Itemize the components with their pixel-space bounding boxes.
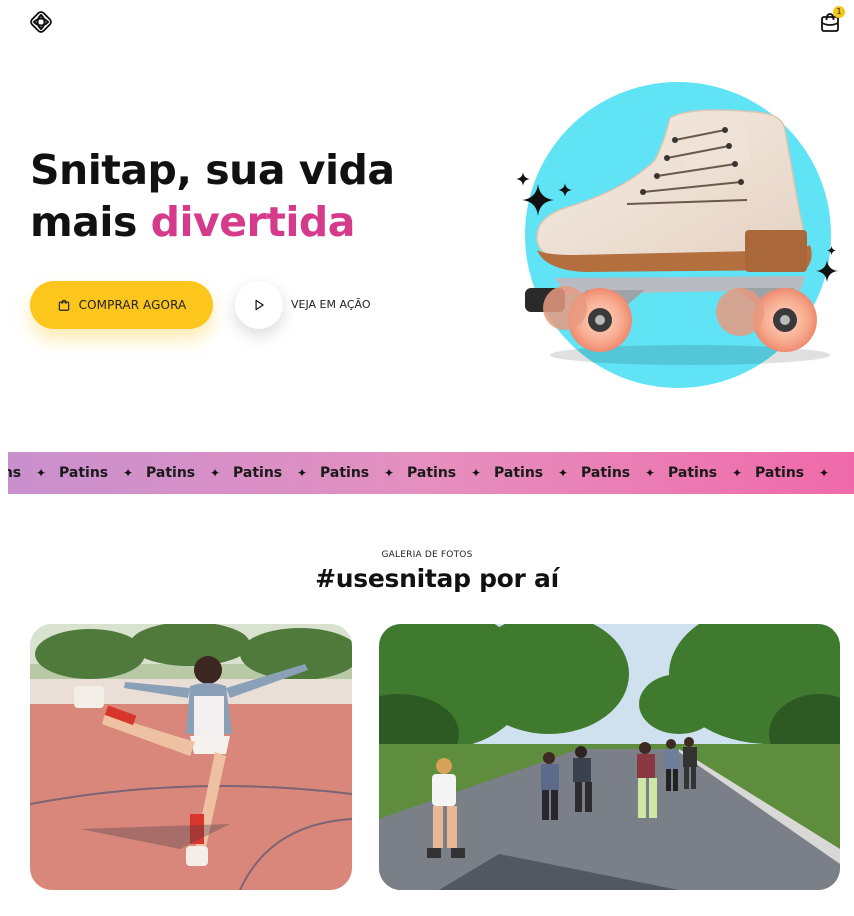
- marquee-banner: Patins ✦ Patins ✦ Patins ✦ Patins ✦ Patins ✦ Patin…: [8, 452, 854, 494]
- play-video-button[interactable]: [235, 281, 283, 329]
- sparkle-icon: [522, 184, 554, 216]
- marquee-track: Patins ✦ Patins ✦ Patins ✦ Patins ✦ Patins ✦ Patin…: [8, 452, 842, 494]
- gallery-kicker: GALERIA DE FOTOS: [381, 550, 473, 560]
- buy-now-label: COMPRAR AGORA: [78, 298, 187, 312]
- marquee-word: Patins: [581, 465, 631, 481]
- sparkle-icon: ✦: [36, 466, 47, 480]
- marquee-word: Patins: [755, 465, 805, 481]
- play-icon: [255, 299, 264, 311]
- sparkle-icon: ✦: [819, 466, 830, 480]
- sparkle-icon: ✦: [297, 466, 308, 480]
- marquee-word: Patins: [8, 465, 22, 481]
- sparkle-icon: ✦: [210, 466, 221, 480]
- hero-title-line1: Snitap, sua vida: [30, 146, 395, 194]
- sparkle-icon: ✦: [558, 466, 569, 480]
- marquee-word: Patins: [320, 465, 370, 481]
- sparkle-icon: ✦: [123, 466, 134, 480]
- play-video-label[interactable]: VEJA EM AÇÃO: [291, 298, 371, 311]
- hero-title: Snitap, sua vida mais divertida: [30, 144, 395, 248]
- marquee-word: Patins: [233, 465, 283, 481]
- gallery-photo-park[interactable]: [379, 624, 840, 890]
- sparkle-icon: [827, 246, 836, 255]
- woman-skating-on-court-photo: [30, 624, 352, 890]
- gallery-photo-court[interactable]: [30, 624, 352, 890]
- marquee-word: Patins: [494, 465, 544, 481]
- snitap-logo-icon[interactable]: [29, 10, 53, 34]
- sparkle-icon: ✦: [471, 466, 482, 480]
- marquee-word: Patins: [668, 465, 718, 481]
- sparkle-icon: [558, 183, 572, 197]
- sparkle-icon: ✦: [732, 466, 743, 480]
- shopping-bag-icon: [58, 299, 69, 311]
- hero-title-accent: divertida: [150, 198, 356, 246]
- gallery-title: #usesnitap por aí: [315, 564, 559, 593]
- group-skating-in-park-photo: [379, 624, 840, 890]
- marquee-word: Patins: [146, 465, 196, 481]
- marquee-word: Patins: [59, 465, 109, 481]
- sparkle-icon: ✦: [645, 466, 656, 480]
- marquee-word: Patins: [407, 465, 457, 481]
- sparkle-icon: ✦: [384, 466, 395, 480]
- roller-skate-image: [525, 109, 830, 365]
- cart-count-badge: 1: [833, 6, 845, 18]
- hero-title-line2: mais: [30, 198, 151, 246]
- sparkle-icon: [816, 260, 838, 282]
- buy-now-button[interactable]: COMPRAR AGORA: [30, 281, 213, 329]
